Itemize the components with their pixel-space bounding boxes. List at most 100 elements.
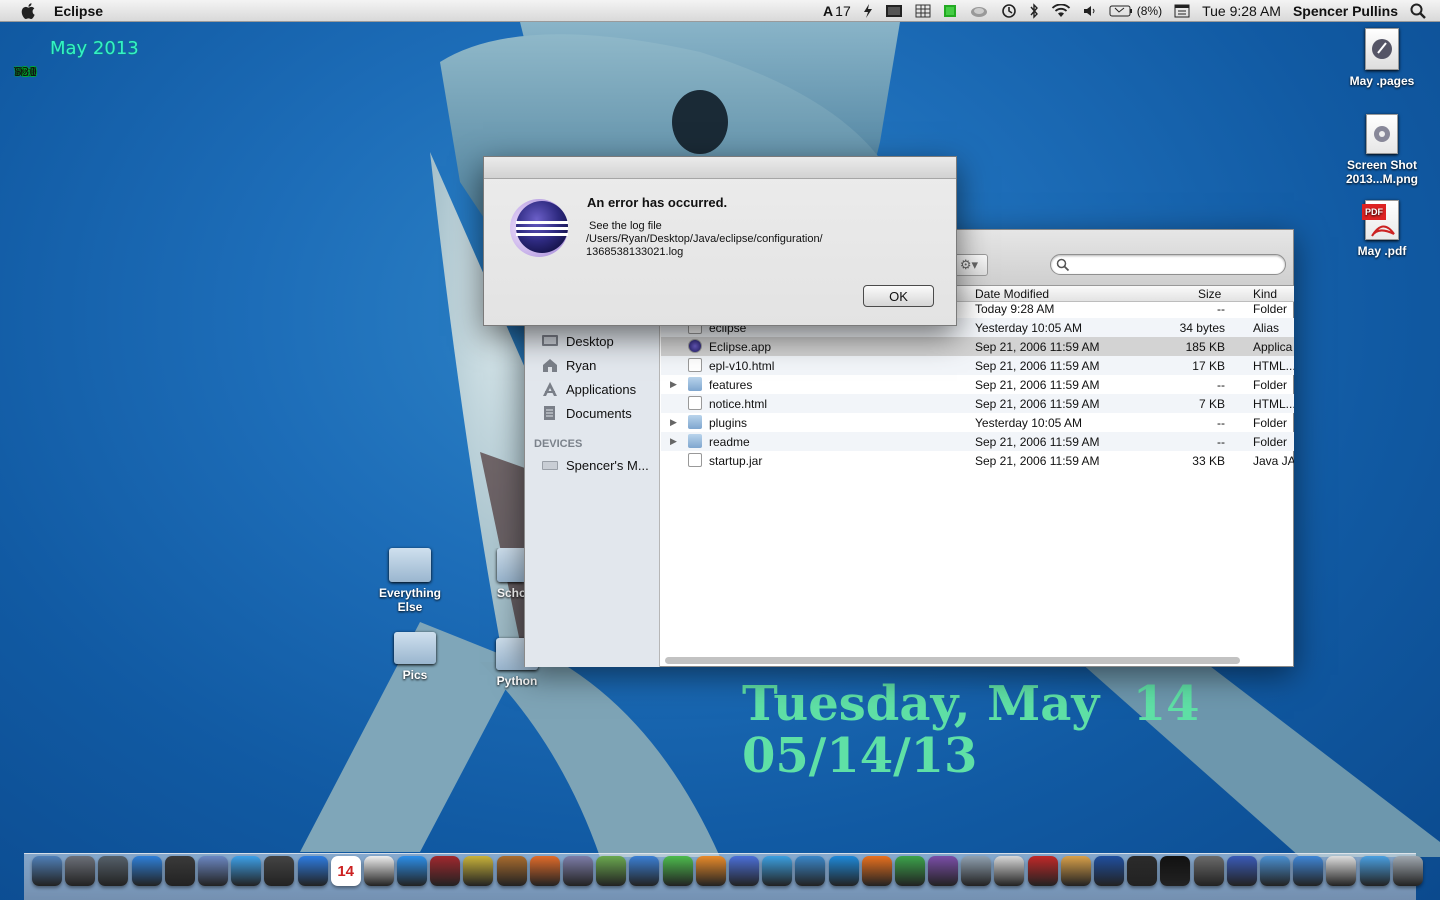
dock-app-icon[interactable] (1359, 856, 1390, 886)
cell-kind: HTML... (1253, 359, 1294, 373)
dock-app-icon[interactable] (795, 856, 826, 886)
dock-app-icon[interactable] (762, 856, 793, 886)
dock-app-icon[interactable] (197, 856, 228, 886)
table-row[interactable]: epl-v10.html Sep 21, 2006 11:59 AM 17 KB HT… (661, 356, 1294, 375)
date-numeric-line: 05/14/13 (742, 728, 978, 784)
desktop-folder-label: Everything (378, 586, 441, 600)
dock-app-icon[interactable] (297, 856, 328, 886)
desktop-folder-school[interactable]: Scho (466, 548, 524, 600)
dock-app-icon[interactable] (164, 856, 195, 886)
dock-app-icon[interactable] (1127, 856, 1158, 886)
sidebar-item-documents[interactable]: Documents (541, 405, 632, 421)
dock-app-icon[interactable] (695, 856, 726, 886)
desktop-file-pdf[interactable]: PDF May .pdf (1337, 200, 1427, 258)
cell-size: -- (1217, 378, 1225, 392)
table-row[interactable]: ▶ plugins Yesterday 10:05 AM -- Folder (661, 413, 1294, 432)
dock-app-icon[interactable] (994, 856, 1025, 886)
dock-app-icon[interactable] (397, 856, 428, 886)
clock[interactable]: Tue 9:28 AM (1196, 0, 1287, 22)
dock-app-icon[interactable] (596, 856, 627, 886)
table-row[interactable]: startup.jar Sep 21, 2006 11:59 AM 33 KB Jav… (661, 451, 1294, 470)
desktop-file-pages[interactable]: May .pages (1337, 28, 1427, 88)
desktop-folder-pics[interactable]: Pics (370, 632, 460, 682)
input-indicator[interactable]: A 17 (817, 0, 857, 22)
dock-app-icon[interactable] (131, 856, 162, 886)
battery-indicator[interactable]: (8%) (1103, 0, 1168, 22)
calendar-week: 26 27 28 29 30 31 (14, 59, 139, 79)
dock-app-icon[interactable] (1259, 856, 1290, 886)
dock-app-icon[interactable] (463, 856, 494, 886)
dock-app-icon[interactable] (1226, 856, 1257, 886)
dock-app-icon[interactable] (894, 856, 925, 886)
disclosure-triangle-icon[interactable]: ▶ (670, 436, 677, 447)
dock-app-icon[interactable] (32, 856, 62, 886)
dock-app-icon[interactable] (861, 856, 892, 886)
desktop-file-screenshot[interactable]: Screen Shot 2013...M.png (1337, 114, 1427, 186)
wifi-icon[interactable] (1045, 0, 1077, 22)
sidebar-item-applications[interactable]: Applications (541, 381, 636, 397)
grid-icon[interactable] (909, 0, 937, 22)
dock-app-icon[interactable] (264, 856, 295, 886)
dock-app-icon[interactable] (430, 856, 461, 886)
dock-app-icon[interactable] (363, 856, 394, 886)
table-row[interactable]: notice.html Sep 21, 2006 11:59 AM 7 KB HTML… (661, 394, 1294, 413)
disclosure-triangle-icon[interactable]: ▶ (670, 379, 677, 390)
dock-app-icon[interactable] (629, 856, 660, 886)
calendar-menu-icon[interactable] (1168, 0, 1196, 22)
dock-app-icon[interactable] (65, 856, 96, 886)
sidebar-item-ryan[interactable]: Ryan (541, 357, 596, 373)
sidebar-item-label: Spencer's M... (566, 457, 649, 473)
activity-monitor-icon[interactable] (937, 0, 963, 22)
folder-icon (497, 548, 524, 582)
dock-app-icon[interactable] (563, 856, 593, 886)
dock-app-icon[interactable] (529, 856, 560, 886)
dock-app-icon[interactable] (496, 856, 527, 886)
finder-sidebar: Desktop Ryan Applications Documents DEVI… (525, 286, 660, 667)
dock-calendar-icon[interactable]: 14 (330, 856, 361, 886)
volume-icon[interactable] (1077, 0, 1103, 22)
table-row[interactable]: Eclipse.app Sep 21, 2006 11:59 AM 185 KB Ap… (661, 337, 1294, 356)
cell-date: Sep 21, 2006 11:59 AM (975, 378, 1100, 392)
dock-app-icon[interactable] (928, 856, 959, 886)
finder-search-field[interactable] (1050, 254, 1286, 275)
apple-menu-icon[interactable] (18, 2, 38, 20)
dock-app-icon[interactable] (1160, 856, 1191, 886)
desktop-calendar: May 2013 Su Mo Tu We Th Fr Sa 1234567891… (14, 38, 139, 79)
dock-app-icon[interactable] (1060, 856, 1091, 886)
app-name-menu[interactable]: Eclipse (54, 3, 103, 19)
dock-app-icon[interactable] (662, 856, 693, 886)
desktop-file-label: May .pdf (1357, 244, 1407, 258)
battery-icon (1109, 5, 1132, 17)
dock-app-icon[interactable] (828, 856, 859, 886)
dock-app-icon[interactable] (961, 856, 992, 886)
documents-icon (544, 406, 555, 420)
dock-app-icon[interactable] (1392, 856, 1423, 886)
dock-app-icon[interactable] (1094, 856, 1124, 886)
disclosure-triangle-icon[interactable]: ▶ (670, 417, 677, 428)
terminal-icon[interactable] (879, 0, 909, 22)
dock-app-icon[interactable] (1193, 856, 1224, 886)
bluetooth-icon[interactable] (1023, 0, 1045, 22)
table-row[interactable]: ▶ features Sep 21, 2006 11:59 AM -- Folder (661, 375, 1294, 394)
time-machine-icon[interactable] (995, 0, 1023, 22)
lightning-icon[interactable] (857, 0, 879, 22)
dock-app-icon[interactable] (1027, 856, 1058, 886)
dock-app-icon[interactable] (1293, 856, 1324, 886)
dock-app-icon[interactable] (1326, 856, 1357, 886)
dock-app-icon[interactable] (231, 856, 262, 886)
horizontal-scrollbar[interactable] (665, 657, 1240, 664)
sidebar-item-desktop[interactable]: Desktop (541, 333, 614, 349)
cell-size: 185 KB (1185, 340, 1225, 354)
sidebar-item-device[interactable]: Spencer's M... (541, 457, 649, 473)
dock-app-icon[interactable] (728, 856, 759, 886)
cloud-icon[interactable] (963, 0, 995, 22)
table-row[interactable]: ▶ readme Sep 21, 2006 11:59 AM -- Folder (661, 432, 1294, 451)
cell-size: -- (1217, 416, 1225, 430)
spotlight-icon[interactable] (1404, 0, 1440, 22)
ok-button[interactable]: OK (863, 285, 934, 307)
file-icon (688, 453, 702, 467)
dock-app-icon[interactable] (98, 856, 129, 886)
dialog-title: An error has occurred. (587, 195, 728, 210)
user-menu[interactable]: Spencer Pullins (1287, 0, 1404, 22)
desktop-folder-everything-else[interactable]: Everything Else (365, 548, 455, 614)
